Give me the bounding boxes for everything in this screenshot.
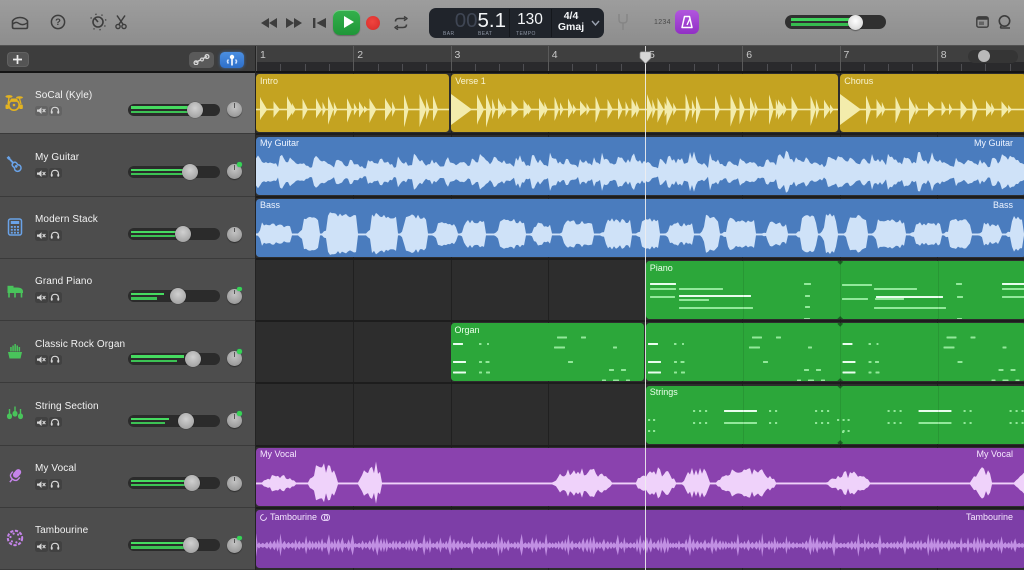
svg-text:?: ? — [55, 17, 61, 28]
